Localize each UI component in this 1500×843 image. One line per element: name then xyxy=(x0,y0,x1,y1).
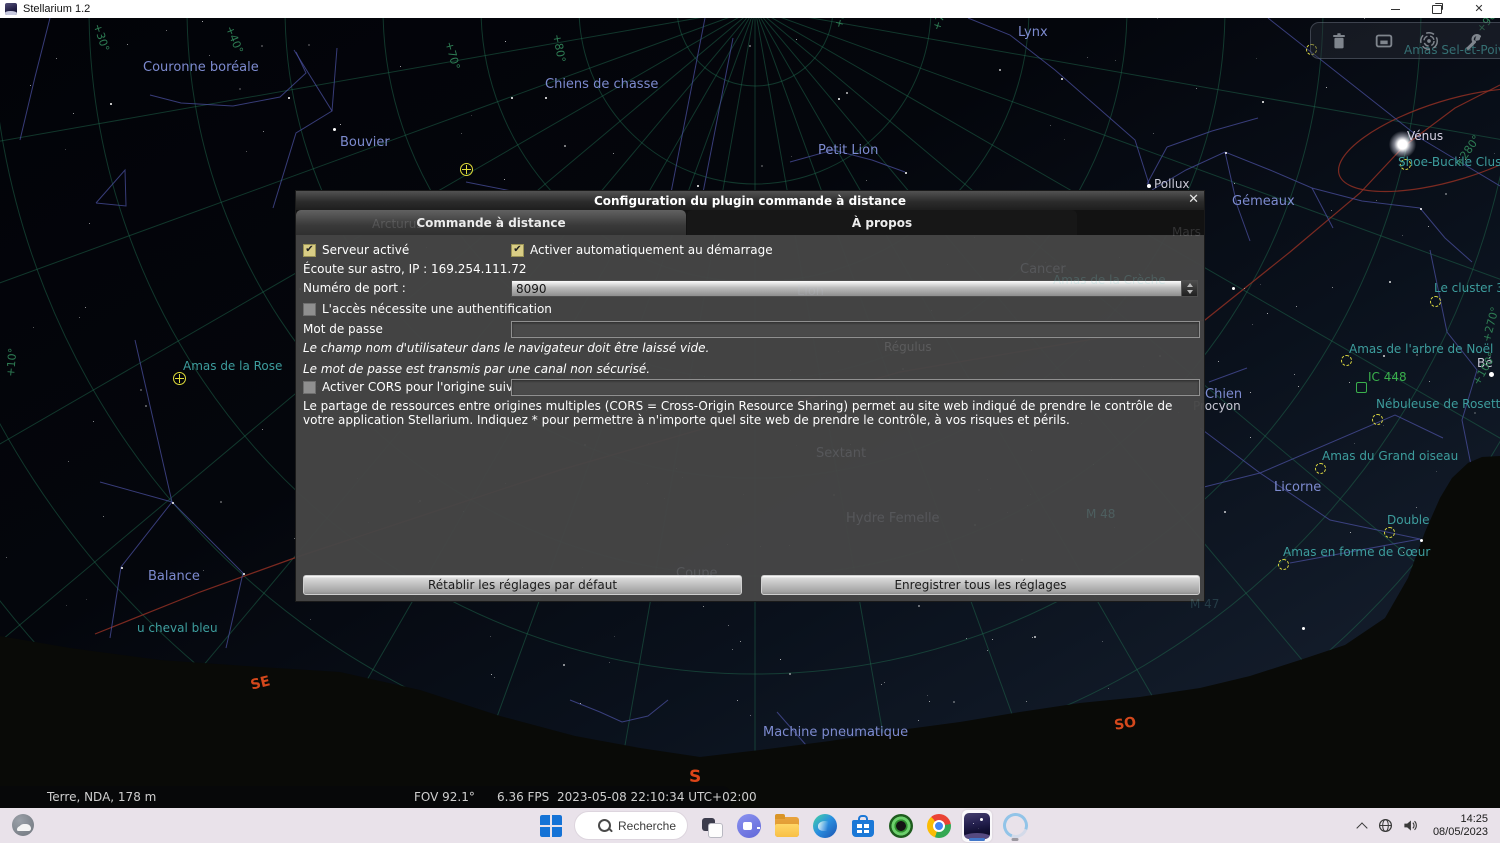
tray-clock[interactable]: 14:25 08/05/2023 xyxy=(1433,813,1488,839)
task-view-button[interactable] xyxy=(696,810,726,842)
green-target-icon xyxy=(889,814,913,838)
search-label: Recherche xyxy=(618,819,676,833)
remote-control-config-dialog: Configuration du plugin commande à dista… xyxy=(295,190,1205,602)
status-fps: 6.36 FPS xyxy=(497,790,549,804)
password-label: Mot de passe xyxy=(303,322,383,336)
stellarium-window-icon xyxy=(5,3,17,15)
close-button[interactable]: ✕ xyxy=(1458,0,1500,18)
auth-label: L'accès nécessite une authentification xyxy=(322,302,552,316)
file-explorer-button[interactable] xyxy=(772,810,802,842)
running-indicator xyxy=(1012,838,1019,841)
tab-about[interactable]: À propos xyxy=(687,210,1077,235)
maximize-button[interactable] xyxy=(1416,0,1458,18)
cors-checkbox[interactable] xyxy=(303,381,316,394)
blue-ring-app-button[interactable] xyxy=(1000,810,1030,842)
close-icon: ✕ xyxy=(1474,4,1483,15)
save-settings-button[interactable]: Enregistrer tous les réglages xyxy=(761,575,1200,595)
port-spin-up[interactable] xyxy=(1182,281,1197,289)
tab-remote-control[interactable]: Commande à distance xyxy=(296,210,686,235)
note-username: Le champ nom d'utilisateur dans le navig… xyxy=(303,341,709,355)
search-icon xyxy=(598,819,611,832)
dialog-tabs: Commande à distance À propos xyxy=(296,210,1204,235)
stellarium-icon xyxy=(964,813,990,839)
start-button[interactable] xyxy=(536,810,566,842)
stellarium-statusbar: Terre, NDA, 178 m FOV 92.1° 6.36 FPS 202… xyxy=(0,786,731,808)
port-spin-buttons xyxy=(1181,281,1197,296)
windows-taskbar: Recherche 14:25 08/05/2023 xyxy=(0,808,1500,843)
chat-button[interactable] xyxy=(734,810,764,842)
auth-row: L'accès nécessite une authentification xyxy=(303,302,552,316)
tray-chevron-icon[interactable] xyxy=(1358,822,1366,830)
venus-planet[interactable] xyxy=(1389,131,1416,158)
autostart-row: Activer automatiquement au démarrage xyxy=(511,243,773,257)
cors-label: Activer CORS pour l'origine suivante xyxy=(322,380,540,394)
password-input[interactable] xyxy=(511,321,1200,338)
target-icon[interactable] xyxy=(1418,30,1440,52)
window-titlebar: Stellarium 1.2 ✕ xyxy=(0,0,1500,18)
server-enabled-label: Serveur activé xyxy=(322,243,409,257)
minimize-icon xyxy=(1391,9,1400,10)
chrome-button[interactable] xyxy=(924,810,954,842)
listen-info: Écoute sur astro, IP : 169.254.111.72 xyxy=(303,262,526,276)
store-button[interactable] xyxy=(848,810,878,842)
dialog-title: Configuration du plugin commande à dista… xyxy=(594,194,906,208)
system-tray: 14:25 08/05/2023 xyxy=(1358,808,1500,843)
overlay-toolbar xyxy=(1310,22,1500,59)
cors-info-text: Le partage de ressources entre origines … xyxy=(303,400,1197,427)
dialog-close-button[interactable]: ✕ xyxy=(1188,192,1199,207)
tray-time: 14:25 xyxy=(1433,813,1488,826)
port-input[interactable] xyxy=(512,281,1181,296)
window-title: Stellarium 1.2 xyxy=(23,3,90,15)
port-spin-down[interactable] xyxy=(1182,289,1197,297)
cors-row: Activer CORS pour l'origine suivante xyxy=(303,380,540,394)
taskbar-center: Recherche xyxy=(536,808,1030,843)
restore-defaults-button[interactable]: Rétablir les réglages par défaut xyxy=(303,575,742,595)
widgets-weather-icon[interactable] xyxy=(12,814,34,836)
server-enabled-row: Serveur activé xyxy=(303,243,409,257)
status-location: Terre, NDA, 178 m xyxy=(47,790,156,804)
taskview-icon xyxy=(700,815,722,837)
running-indicator xyxy=(969,838,985,841)
dialog-titlebar[interactable]: Configuration du plugin commande à dista… xyxy=(296,191,1204,210)
tray-date: 08/05/2023 xyxy=(1433,826,1488,839)
start-icon xyxy=(540,815,562,837)
search-box[interactable]: Recherche xyxy=(574,811,688,840)
edge-icon xyxy=(813,814,837,838)
stellarium-app-button[interactable] xyxy=(962,810,992,842)
chrome-icon xyxy=(927,814,951,838)
minimize-button[interactable] xyxy=(1374,0,1416,18)
status-fov: FOV 92.1° xyxy=(414,790,475,804)
wrench-icon[interactable] xyxy=(1463,30,1485,52)
auth-checkbox[interactable] xyxy=(303,303,316,316)
explorer-icon xyxy=(775,817,799,837)
cors-origin-input[interactable] xyxy=(511,379,1200,396)
trash-icon[interactable] xyxy=(1328,30,1350,52)
port-spinbox xyxy=(511,280,1198,297)
store-icon xyxy=(852,820,874,837)
note-password: Le mot de passe est transmis par une can… xyxy=(303,362,650,376)
chat-icon xyxy=(737,814,761,838)
dialog-body: Serveur activé Activer automatiquement a… xyxy=(296,235,1204,601)
status-datetime: 2023-05-08 22:10:34 UTC+02:00 xyxy=(557,790,757,804)
server-enabled-checkbox[interactable] xyxy=(303,244,316,257)
edge-button[interactable] xyxy=(810,810,840,842)
network-icon[interactable] xyxy=(1378,818,1393,833)
autostart-checkbox[interactable] xyxy=(511,244,524,257)
maximize-icon xyxy=(1432,5,1442,14)
volume-icon[interactable] xyxy=(1402,818,1418,833)
screen-icon[interactable] xyxy=(1373,30,1395,52)
autostart-label: Activer automatiquement au démarrage xyxy=(530,243,773,257)
green-app-button[interactable] xyxy=(886,810,916,842)
port-label: Numéro de port : xyxy=(303,281,406,295)
